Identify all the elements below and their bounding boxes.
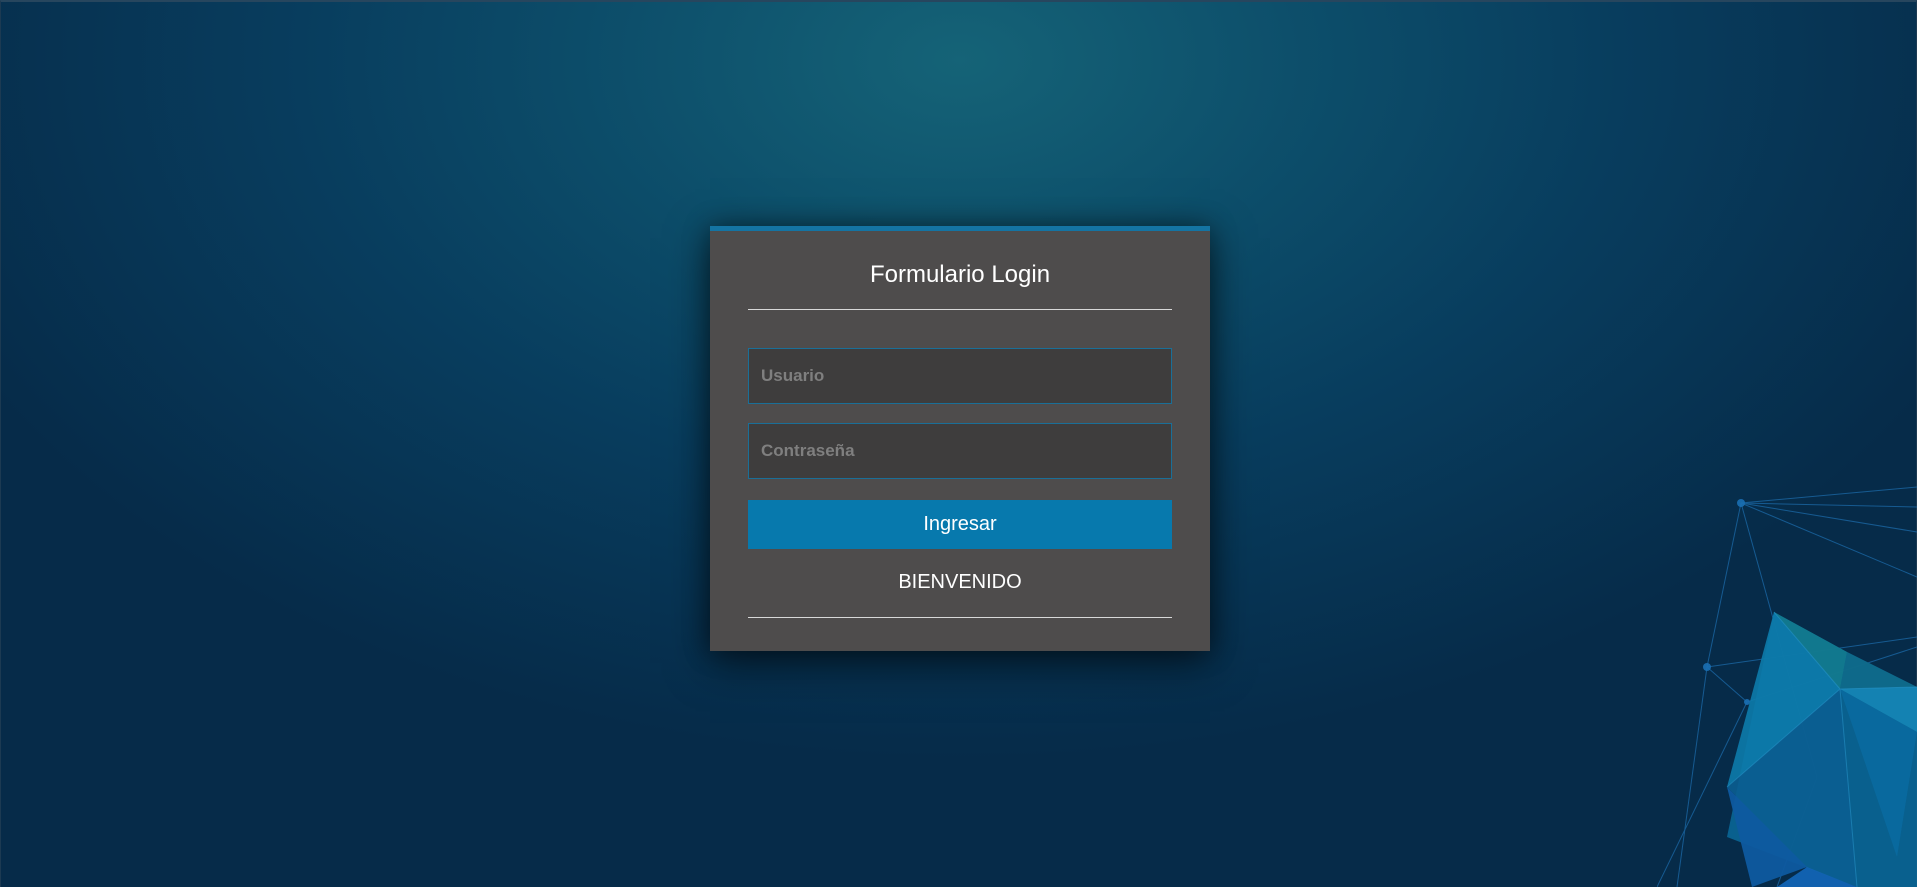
login-card: Formulario Login Ingresar BIENVENIDO <box>710 226 1210 651</box>
username-input[interactable] <box>748 348 1172 404</box>
login-title: Formulario Login <box>869 261 1051 288</box>
submit-button[interactable]: Ingresar <box>748 500 1172 549</box>
polygon-network-decoration <box>1657 486 1917 887</box>
title-divider <box>748 309 1172 310</box>
password-input[interactable] <box>748 423 1172 479</box>
footer-divider <box>748 617 1172 618</box>
welcome-text: BIENVENIDO <box>898 571 1022 593</box>
